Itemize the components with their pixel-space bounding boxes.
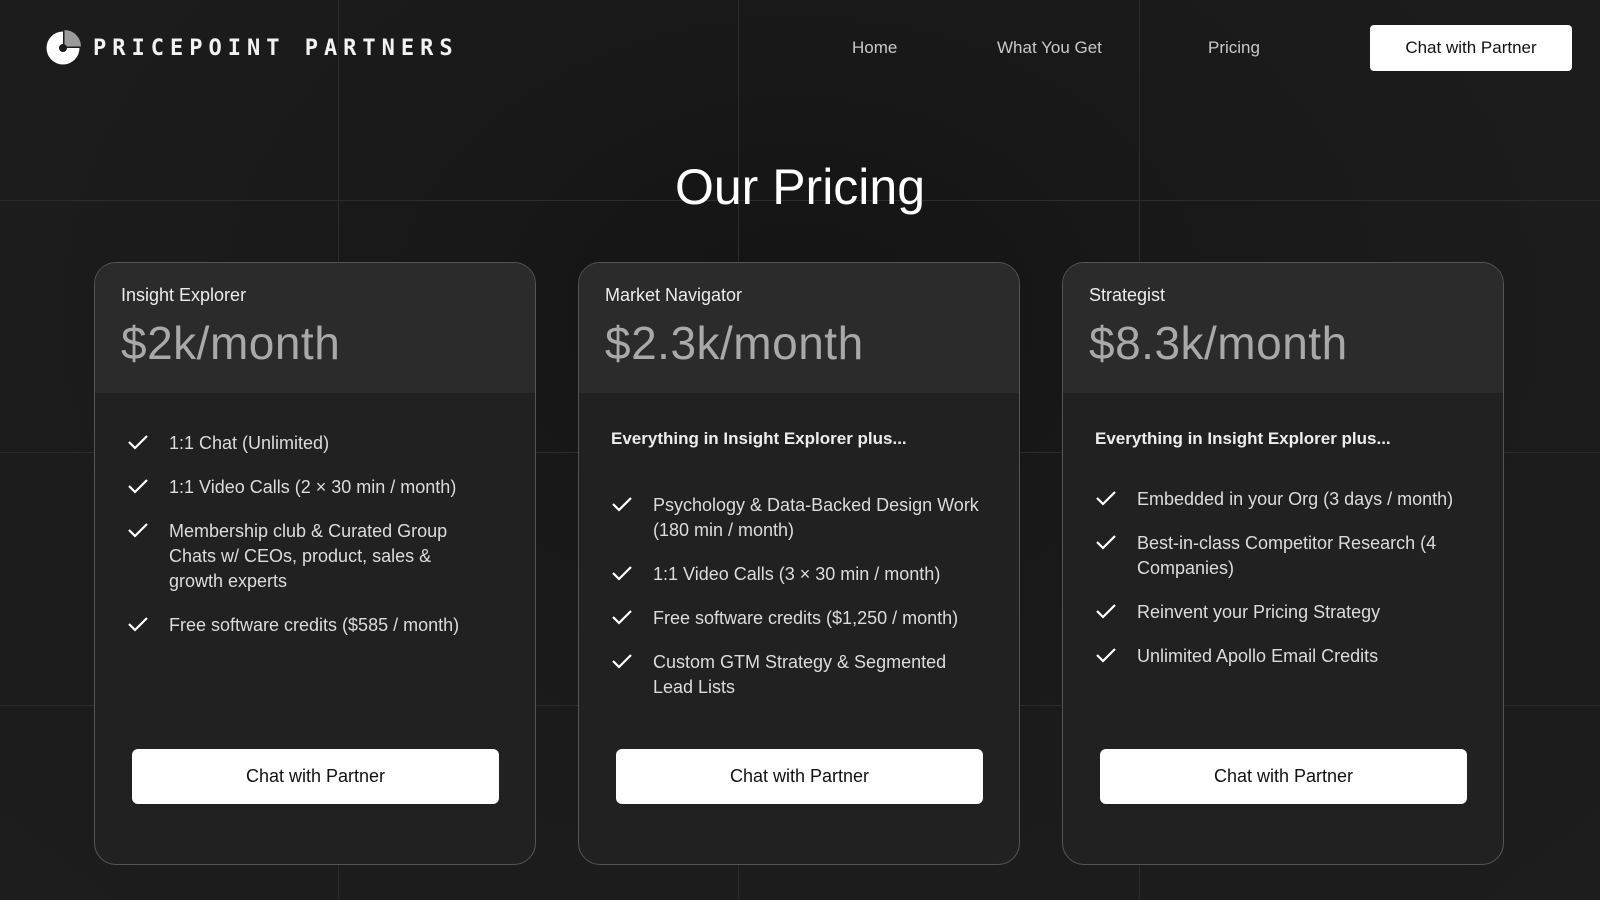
feature-text: 1:1 Video Calls (2 × 30 min / month) [169, 477, 457, 497]
plan-name: Market Navigator [605, 285, 743, 305]
page-title: Our Pricing [674, 159, 926, 215]
check-icon [1096, 648, 1116, 663]
plan-header: Insight Explorer $2k/month [95, 263, 535, 393]
feature-text: Reinvent your Pricing Strategy [1137, 602, 1381, 622]
feature-text: 1:1 Chat (Unlimited) [169, 433, 330, 453]
feature-item: Free software credits ($1,250 / month) [611, 606, 987, 631]
feature-item: Best-in-class Competitor Research (4 Com… [1095, 531, 1471, 581]
feature-item: 1:1 Video Calls (3 × 30 min / month) [611, 562, 987, 587]
feature-text: Free software credits ($585 / month) [169, 615, 460, 635]
feature-item: Free software credits ($585 / month) [127, 613, 503, 638]
feature-text: Custom GTM Strategy & Segmented Lead Lis… [653, 652, 947, 697]
feature-text: Best-in-class Competitor Research (4 Com… [1137, 533, 1437, 578]
plan-body: Everything in Insight Explorer plus... P… [579, 393, 1019, 700]
plan-header: Strategist $8.3k/month [1063, 263, 1503, 393]
brand-logo[interactable]: PRICEPOINT PARTNERS [45, 30, 459, 66]
feature-list: 1:1 Chat (Unlimited) 1:1 Video Calls (2 … [127, 431, 503, 638]
check-icon [1096, 604, 1116, 619]
plan-price: $8.3k/month [1089, 317, 1348, 369]
feature-list: Psychology & Data-Backed Design Work (18… [611, 493, 987, 700]
header-chat-button[interactable]: Chat with Partner [1370, 25, 1572, 71]
check-icon [128, 617, 148, 632]
feature-text: Free software credits ($1,250 / month) [653, 608, 959, 628]
feature-item: Unlimited Apollo Email Credits [1095, 644, 1471, 669]
feature-item: 1:1 Video Calls (2 × 30 min / month) [127, 475, 503, 500]
plan-price: $2.3k/month [605, 317, 864, 369]
plan-chat-button[interactable]: Chat with Partner [616, 749, 983, 804]
plan-price: $2k/month [121, 317, 341, 369]
nav-what-you-get[interactable]: What You Get [997, 38, 1102, 58]
plan-card-strategist: Strategist $8.3k/month Everything in Ins… [1062, 262, 1504, 865]
feature-text: Unlimited Apollo Email Credits [1137, 646, 1379, 666]
page: PRICEPOINT PARTNERS Home What You Get Pr… [0, 0, 1600, 900]
plan-intro: Everything in Insight Explorer plus... [1095, 429, 1391, 448]
feature-list: Embedded in your Org (3 days / month) Be… [1095, 487, 1471, 669]
nav-home[interactable]: Home [852, 38, 897, 58]
plan-card-insight-explorer: Insight Explorer $2k/month 1:1 Chat (Unl… [94, 262, 536, 865]
check-icon [612, 610, 632, 625]
check-icon [128, 523, 148, 538]
feature-item: 1:1 Chat (Unlimited) [127, 431, 503, 456]
plan-name: Insight Explorer [121, 285, 247, 305]
check-icon [1096, 491, 1116, 506]
feature-item: Custom GTM Strategy & Segmented Lead Lis… [611, 650, 987, 700]
plan-header: Market Navigator $2.3k/month [579, 263, 1019, 393]
plan-body: 1:1 Chat (Unlimited) 1:1 Video Calls (2 … [95, 393, 535, 638]
check-icon [612, 497, 632, 512]
plan-body: Everything in Insight Explorer plus... E… [1063, 393, 1503, 669]
plan-card-market-navigator: Market Navigator $2.3k/month Everything … [578, 262, 1020, 865]
feature-text: Membership club & Curated Group Chats w/… [169, 521, 448, 591]
nav-pricing[interactable]: Pricing [1208, 38, 1260, 58]
feature-item: Membership club & Curated Group Chats w/… [127, 519, 503, 594]
plan-intro: Everything in Insight Explorer plus... [611, 429, 907, 448]
feature-text: Psychology & Data-Backed Design Work (18… [653, 495, 979, 540]
brand-name: PRICEPOINT PARTNERS [93, 35, 459, 61]
feature-item: Embedded in your Org (3 days / month) [1095, 487, 1471, 512]
feature-text: 1:1 Video Calls (3 × 30 min / month) [653, 564, 941, 584]
feature-text: Embedded in your Org (3 days / month) [1137, 489, 1454, 509]
plan-name: Strategist [1089, 285, 1166, 305]
check-icon [612, 654, 632, 669]
plan-chat-button[interactable]: Chat with Partner [132, 749, 499, 804]
feature-item: Psychology & Data-Backed Design Work (18… [611, 493, 987, 543]
check-icon [612, 566, 632, 581]
pie-logo-icon [46, 30, 81, 65]
check-icon [1096, 535, 1116, 550]
check-icon [128, 435, 148, 450]
plan-chat-button[interactable]: Chat with Partner [1100, 749, 1467, 804]
check-icon [128, 479, 148, 494]
feature-item: Reinvent your Pricing Strategy [1095, 600, 1471, 625]
